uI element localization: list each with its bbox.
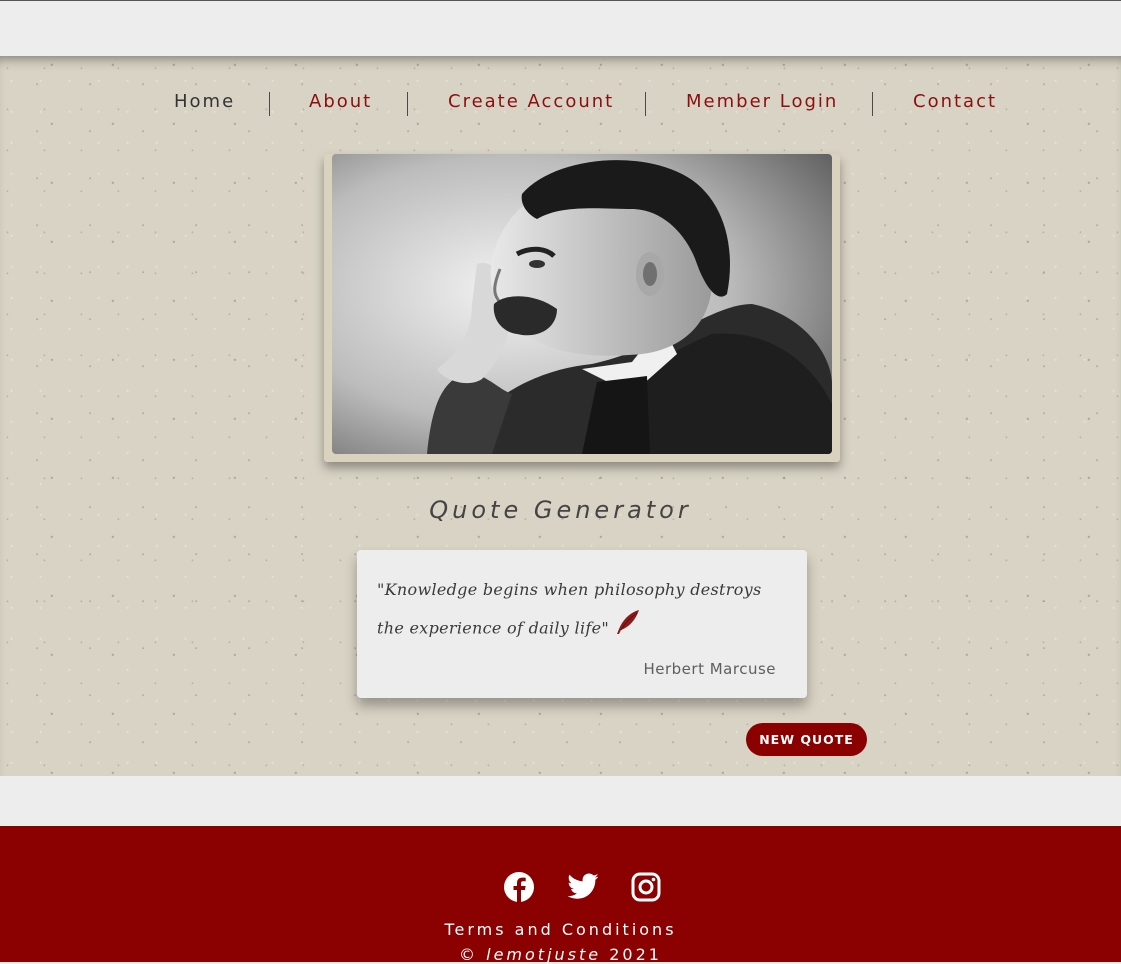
- nav-member-login[interactable]: Member Login: [686, 91, 838, 112]
- nav-divider: [872, 92, 873, 116]
- footer-spacer: [0, 776, 1121, 826]
- nav-create-account[interactable]: Create Account: [448, 91, 614, 112]
- nav-divider: [407, 92, 408, 116]
- nav-divider: [269, 92, 270, 116]
- nav-divider: [645, 92, 646, 116]
- nav-home[interactable]: Home: [174, 91, 235, 112]
- copyright-year: 2021: [609, 945, 662, 964]
- nav-about[interactable]: About: [309, 91, 372, 112]
- quote-text-wrapper: "Knowledge begins when philosophy destro…: [377, 571, 792, 649]
- facebook-icon[interactable]: [502, 870, 536, 904]
- copyright-symbol: ©: [459, 945, 479, 964]
- footer: Terms and Conditions © lemotjuste 2021: [0, 826, 1121, 964]
- portrait-image: [332, 154, 832, 454]
- twitter-icon[interactable]: [566, 870, 600, 904]
- quote-author: Herbert Marcuse: [643, 660, 776, 678]
- top-bar: [0, 0, 1121, 56]
- quote-card: "Knowledge begins when philosophy destro…: [357, 550, 807, 698]
- copyright: © lemotjuste 2021: [0, 945, 1121, 964]
- quote-text: "Knowledge begins when philosophy destro…: [377, 580, 762, 638]
- new-quote-button[interactable]: NEW QUOTE: [746, 723, 867, 756]
- quill-icon: [615, 609, 641, 649]
- page-title: Quote Generator: [429, 496, 692, 524]
- main-nav: Home About Create Account Member Login C…: [0, 91, 1121, 117]
- brand-name: lemotjuste: [486, 945, 602, 964]
- nav-contact[interactable]: Contact: [913, 91, 997, 112]
- portrait-frame: [324, 154, 840, 462]
- terms-link[interactable]: Terms and Conditions: [0, 920, 1121, 939]
- instagram-icon[interactable]: [629, 870, 663, 904]
